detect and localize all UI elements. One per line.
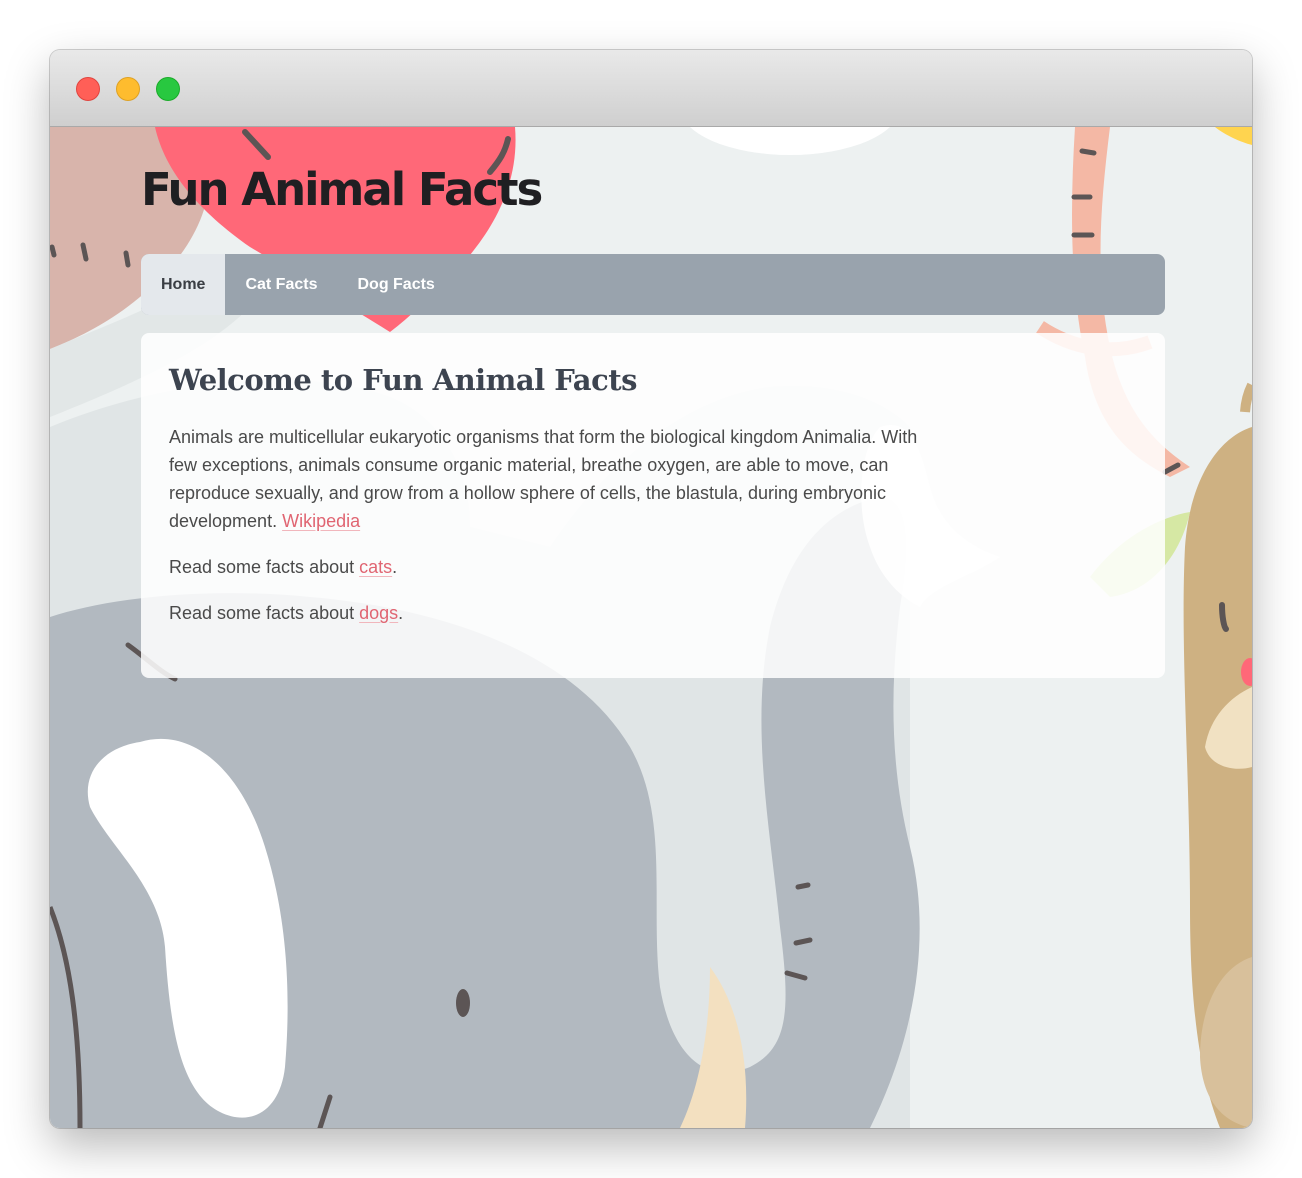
dogs-period: .	[398, 603, 404, 623]
nav-item-home[interactable]: Home	[141, 254, 226, 315]
minimize-window-button[interactable]	[116, 77, 140, 101]
browser-window: Fun Animal Facts Home Cat Facts Dog Fact…	[50, 50, 1252, 1128]
maximize-window-button[interactable]	[156, 77, 180, 101]
dogs-prefix-text: Read some facts about	[169, 603, 355, 623]
cats-link[interactable]: cats	[359, 557, 392, 577]
nav-item-cat-facts[interactable]: Cat Facts	[225, 254, 337, 315]
welcome-heading: Welcome to Fun Animal Facts	[169, 363, 637, 397]
title-bar	[50, 50, 1252, 127]
close-window-button[interactable]	[76, 77, 100, 101]
cats-prefix-text: Read some facts about	[169, 557, 355, 577]
cats-period: .	[392, 557, 398, 577]
dogs-paragraph: Read some facts about dogs.	[169, 599, 929, 627]
nav-item-dog-facts[interactable]: Dog Facts	[337, 254, 454, 315]
wikipedia-link[interactable]: Wikipedia	[282, 511, 360, 531]
site-title: Fun Animal Facts	[141, 163, 543, 216]
cats-paragraph: Read some facts about cats.	[169, 553, 929, 581]
intro-paragraph: Animals are multicellular eukaryotic org…	[169, 423, 929, 535]
page-viewport: Fun Animal Facts Home Cat Facts Dog Fact…	[50, 127, 1252, 1128]
dogs-link[interactable]: dogs	[359, 603, 398, 623]
main-content-card: Welcome to Fun Animal Facts Animals are …	[141, 333, 1165, 678]
main-navigation: Home Cat Facts Dog Facts	[141, 254, 1165, 315]
